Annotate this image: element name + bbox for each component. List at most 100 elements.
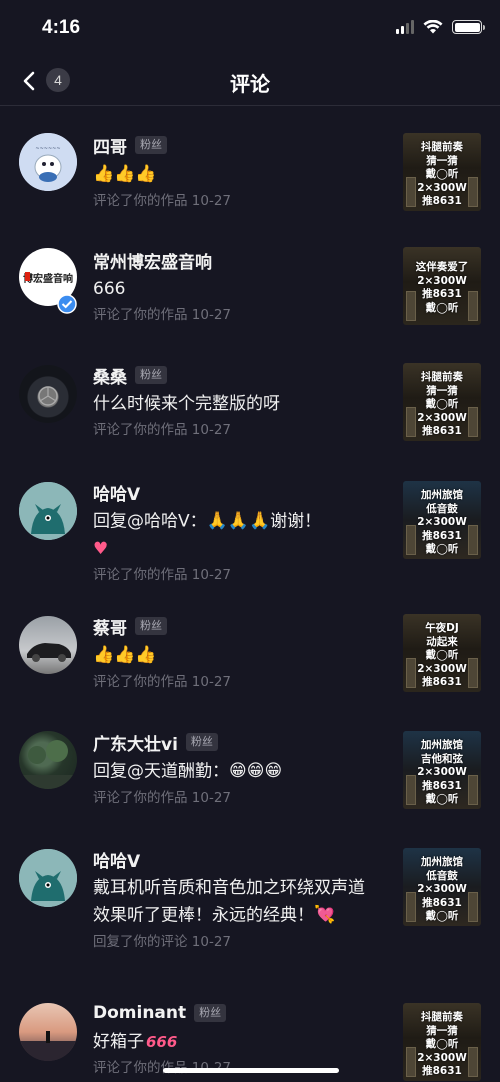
avatar[interactable]: ~~~~~~ bbox=[19, 133, 77, 191]
thumb-line: 加州旅馆 bbox=[421, 856, 463, 868]
grinning-face-icon: 😁 bbox=[229, 761, 247, 781]
home-indicator[interactable] bbox=[163, 1068, 339, 1073]
video-thumbnail[interactable]: 加州旅馆 吉他和弦 2×300W 推8631 戴◯听 bbox=[403, 731, 481, 809]
list-item[interactable]: ~~~~~~ 四哥 粉丝 👍👍👍 评论了你的作品 10-27 抖腿前奏 猜一猜 戴… bbox=[0, 107, 500, 222]
avatar[interactable] bbox=[19, 1003, 77, 1061]
user-name[interactable]: 哈哈V bbox=[93, 480, 140, 505]
user-name[interactable]: 蔡哥 bbox=[93, 614, 127, 639]
user-name[interactable]: Dominant bbox=[93, 1003, 186, 1023]
thumbs-up-icon: 👍 bbox=[93, 164, 115, 184]
cellular-signal-icon bbox=[396, 20, 414, 34]
thumb-line: 推8631 bbox=[422, 425, 462, 437]
brand-mark bbox=[25, 272, 30, 281]
thumb-line: 抖腿前奏 bbox=[421, 371, 463, 383]
thumb-line: 戴◯听 bbox=[425, 1038, 459, 1050]
thumb-line: 猜一猜 bbox=[426, 384, 458, 397]
fan-badge: 粉丝 bbox=[185, 733, 218, 751]
thumb-line: 低音鼓 bbox=[426, 869, 458, 882]
thumb-line: 猜一猜 bbox=[426, 154, 458, 167]
video-thumbnail[interactable]: 这伴奏爱了 2×300W 推8631 戴◯听 bbox=[403, 247, 481, 325]
video-thumbnail[interactable]: 抖腿前奏 猜一猜 戴◯听 2×300W 推8631 bbox=[403, 363, 481, 441]
list-item[interactable]: 哈哈V 回复@哈哈V：🙏🙏🙏谢谢！ ♥ 评论了你的作品 10-27 加州旅馆 低… bbox=[0, 452, 500, 587]
comment-text: 👍👍👍 bbox=[93, 161, 385, 189]
thumb-line: 2×300W bbox=[417, 662, 467, 675]
list-item[interactable]: 桑桑 粉丝 什么时候来个完整版的呀 评论了你的作品 10-27 抖腿前奏 猜一猜 … bbox=[0, 336, 500, 452]
thumb-line: 推8631 bbox=[422, 288, 462, 300]
thumb-line: 动起来 bbox=[426, 635, 458, 648]
comment-text: 回复@哈哈V：🙏🙏🙏谢谢！ ♥ bbox=[93, 508, 385, 563]
avatar[interactable] bbox=[19, 482, 77, 540]
video-thumbnail[interactable]: 加州旅馆 低音鼓 2×300W 推8631 戴◯听 bbox=[403, 848, 481, 926]
thumb-line: 2×300W bbox=[417, 883, 467, 895]
list-item[interactable]: Dominant 粉丝 好箱子 666 评论了你的作品 10-27 抖腿前奏 猜一猜… bbox=[0, 975, 500, 1082]
avatar[interactable] bbox=[19, 731, 77, 789]
thumb-line: 加州旅馆 bbox=[421, 489, 463, 501]
cartoon-avatar-icon: ~~~~~~ bbox=[19, 133, 77, 191]
reply-text: 回复@天道酬勤： bbox=[93, 761, 229, 782]
comment-meta: 评论了你的作品 10-27 bbox=[93, 307, 232, 323]
comment-meta: 评论了你的作品 10-27 bbox=[93, 567, 232, 583]
thumbs-up-icon: 👍 bbox=[135, 645, 157, 665]
thumb-line: 2×300W bbox=[417, 411, 467, 424]
thumbs-up-icon: 👍 bbox=[114, 645, 136, 665]
thumb-line: 推8631 bbox=[422, 1065, 462, 1077]
emoji-666: 666 bbox=[146, 1033, 178, 1051]
grinning-face-icon: 😁 bbox=[264, 761, 283, 781]
fan-badge: 粉丝 bbox=[135, 617, 167, 635]
page-title: 评论 bbox=[230, 72, 270, 96]
user-name[interactable]: 广东大壮vi bbox=[93, 730, 178, 755]
sunset-avatar-icon bbox=[19, 1031, 77, 1061]
status-bar: 4:16 bbox=[0, 0, 500, 56]
thumb-line: 戴◯听 bbox=[425, 398, 459, 410]
comment-meta: 评论了你的作品 10-27 bbox=[93, 673, 232, 690]
nav-bar: 4 评论 bbox=[0, 56, 500, 106]
comment-meta: 回复了你的评论 10-27 bbox=[93, 933, 232, 950]
thumb-line: 2×300W bbox=[417, 181, 467, 194]
praying-hands-icon: 🙏 bbox=[227, 511, 249, 531]
car-avatar-icon bbox=[27, 643, 71, 662]
thumb-line: 加州旅馆 bbox=[421, 739, 463, 751]
list-item[interactable]: 蔡哥 粉丝 👍👍👍 评论了你的作品 10-27 午夜DJ 动起来 戴◯听 2×30… bbox=[0, 587, 500, 702]
thumb-line: 推8631 bbox=[422, 676, 462, 688]
comment-text: 666 bbox=[93, 279, 126, 299]
video-thumbnail[interactable]: 抖腿前奏 猜一猜 戴◯听 2×300W 推8631 bbox=[403, 133, 481, 211]
wifi-icon bbox=[423, 20, 443, 34]
video-thumbnail[interactable]: 抖腿前奏 猜一猜 戴◯听 2×300W 推8631 bbox=[403, 1003, 481, 1081]
list-item[interactable]: 广东大壮vi 粉丝 回复@天道酬勤：😁😁😁 评论了你的作品 10-27 加州旅馆 … bbox=[0, 702, 500, 818]
thumb-line: 戴◯听 bbox=[425, 301, 459, 314]
thumb-line: 猜一猜 bbox=[426, 1024, 458, 1037]
fan-badge: 粉丝 bbox=[135, 366, 167, 384]
thumb-line: 低音鼓 bbox=[426, 502, 458, 515]
thumb-line: 推8631 bbox=[422, 529, 462, 542]
comment-text: 👍👍👍 bbox=[93, 642, 385, 670]
user-name[interactable]: 常州博宏盛音响 bbox=[93, 248, 212, 273]
thumb-line: 戴◯听 bbox=[425, 543, 459, 555]
avatar[interactable] bbox=[19, 365, 77, 423]
comment-meta: 评论了你的作品 10-27 bbox=[93, 789, 232, 806]
status-time: 4:16 bbox=[42, 17, 81, 38]
thumb-line: 戴◯听 bbox=[425, 910, 459, 922]
thumb-line: 戴◯听 bbox=[425, 649, 459, 661]
user-name[interactable]: 桑桑 bbox=[93, 363, 127, 388]
video-thumbnail[interactable]: 午夜DJ 动起来 戴◯听 2×300W 推8631 bbox=[403, 614, 481, 692]
avatar[interactable] bbox=[19, 849, 77, 907]
thumb-line: 2×300W bbox=[417, 1051, 467, 1064]
video-thumbnail[interactable]: 加州旅馆 低音鼓 2×300W 推8631 戴◯听 bbox=[403, 481, 481, 559]
comment-body: 好箱子 bbox=[93, 1032, 144, 1052]
comment-text: 回复@天道酬勤：😁😁😁 bbox=[93, 758, 385, 786]
list-item[interactable]: 哈哈V 戴耳机听音质和音色加之环绕双声道 效果听了更棒！永远的经典！💘 回复了你… bbox=[0, 818, 500, 975]
thumbs-up-icon: 👍 bbox=[93, 645, 115, 665]
avatar[interactable] bbox=[19, 616, 77, 674]
comment-text: 好箱子 666 bbox=[93, 1029, 385, 1056]
thumb-line: 吉他和弦 bbox=[421, 752, 463, 765]
monster-avatar-icon bbox=[19, 849, 77, 907]
user-name[interactable]: 哈哈V bbox=[93, 847, 140, 872]
praying-hands-icon: 🙏 bbox=[248, 511, 271, 531]
svg-text:~~~~~~: ~~~~~~ bbox=[35, 146, 60, 152]
status-icons bbox=[396, 20, 485, 34]
thumb-line: 推8631 bbox=[422, 779, 462, 792]
reply-text-end: 谢谢！ bbox=[270, 511, 322, 532]
user-name[interactable]: 四哥 bbox=[93, 133, 127, 158]
list-item[interactable]: 博宏盛音响 常州博宏盛音响 666 评论了你的作品 10-27 这伴奏爱了 2×… bbox=[0, 222, 500, 336]
thumb-line: 这伴奏爱了 bbox=[415, 261, 469, 273]
